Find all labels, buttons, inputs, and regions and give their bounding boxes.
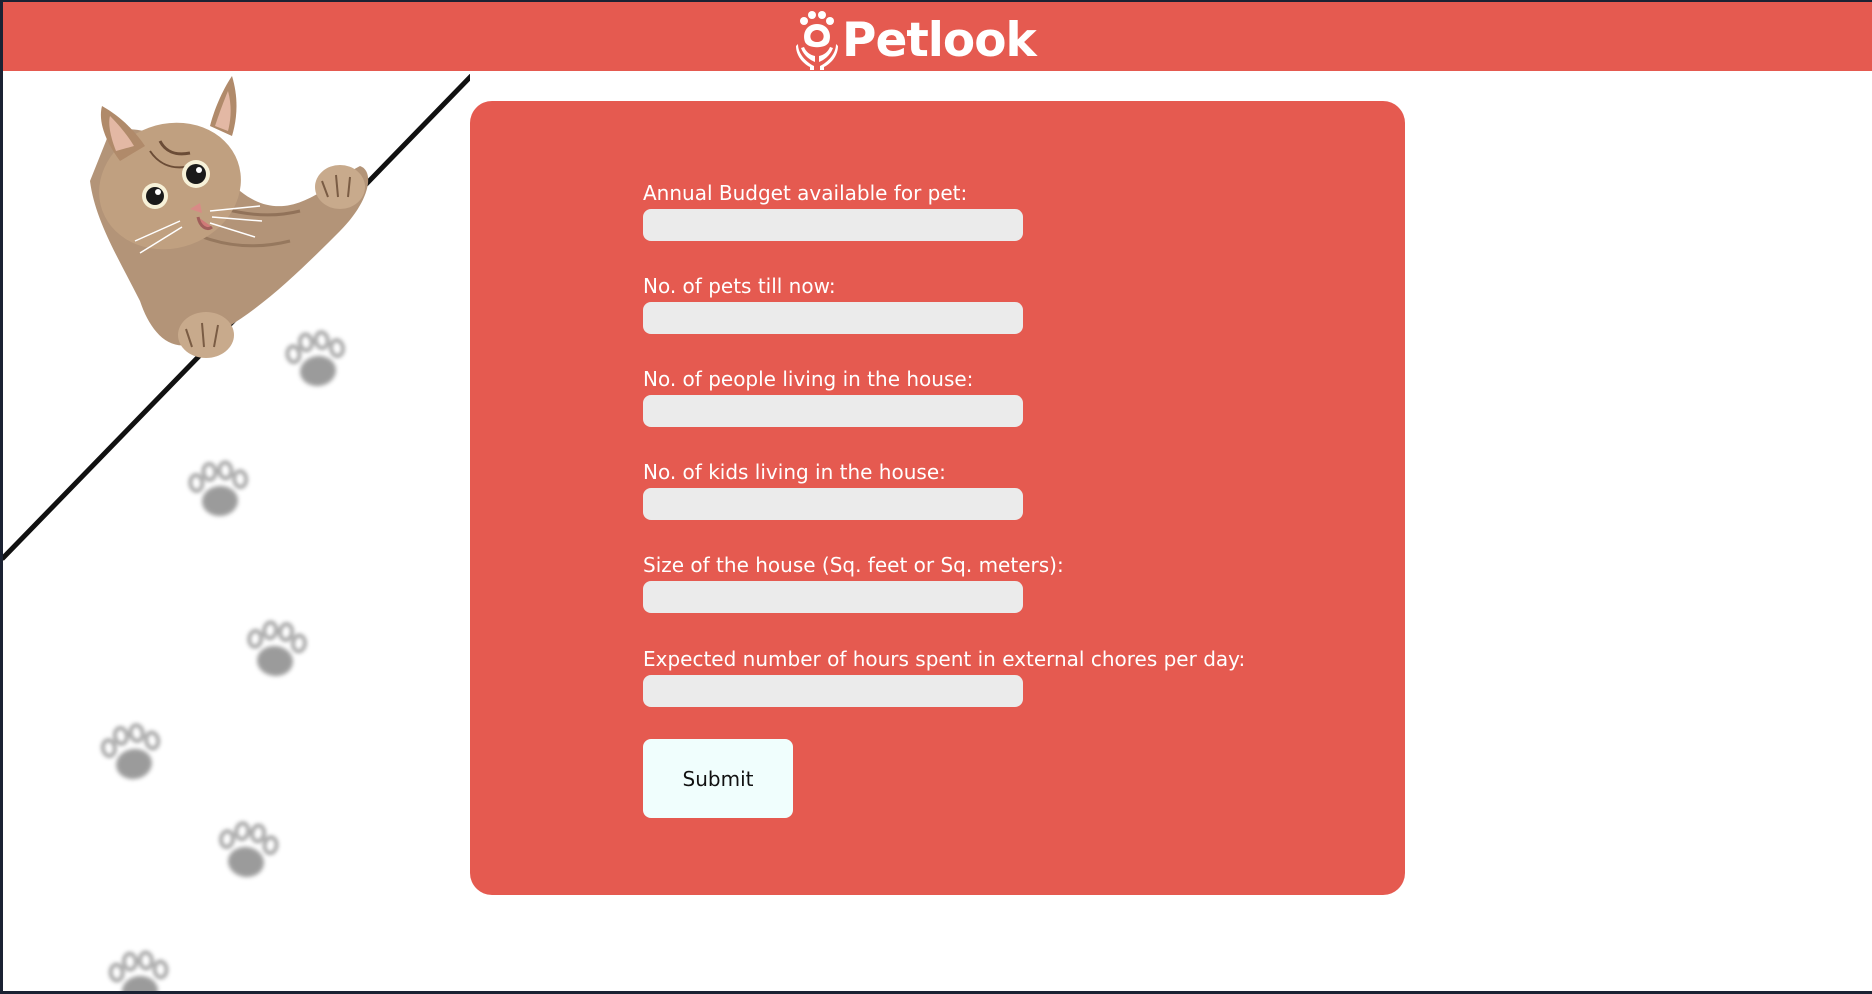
house-size-label: Size of the house (Sq. feet or Sq. meter…	[643, 553, 1064, 577]
kids-count-input[interactable]	[643, 488, 1023, 520]
cat-peeking-over-line	[0, 73, 470, 994]
people-count-field: No. of people living in the house:	[643, 367, 1023, 427]
paw-print-icon	[98, 720, 166, 786]
paw-print-icon	[283, 327, 350, 392]
pets-count-label: No. of pets till now:	[643, 274, 836, 298]
brand-name: Petlook	[842, 12, 1037, 68]
chores-hours-input[interactable]	[643, 675, 1023, 707]
house-size-field: Size of the house (Sq. feet or Sq. meter…	[643, 553, 1064, 613]
cat-illustration	[90, 76, 369, 358]
header-bar: Petlook	[0, 0, 1872, 71]
chores-hours-field: Expected number of hours spent in extern…	[643, 647, 1245, 707]
chores-hours-label: Expected number of hours spent in extern…	[643, 647, 1246, 671]
pets-count-field: No. of pets till now:	[643, 274, 1023, 334]
paw-hands-logo-icon	[796, 11, 838, 70]
paw-print-icon	[187, 459, 251, 520]
pets-count-input[interactable]	[643, 302, 1023, 334]
paw-print-icon	[244, 618, 309, 681]
kids-count-label: No. of kids living in the house:	[643, 460, 946, 484]
kids-count-field: No. of kids living in the house:	[643, 460, 1023, 520]
brand[interactable]: Petlook	[796, 10, 1037, 70]
annual-budget-input[interactable]	[643, 209, 1023, 241]
people-count-input[interactable]	[643, 395, 1023, 427]
annual-budget-field: Annual Budget available for pet:	[643, 181, 1023, 241]
pet-survey-form: Annual Budget available for pet: No. of …	[470, 101, 1405, 895]
people-count-label: No. of people living in the house:	[643, 367, 974, 391]
paw-print-icon	[214, 818, 281, 883]
submit-button[interactable]: Submit	[643, 739, 793, 818]
house-size-input[interactable]	[643, 581, 1023, 613]
annual-budget-label: Annual Budget available for pet:	[643, 181, 968, 205]
paw-print-icon	[107, 949, 171, 994]
